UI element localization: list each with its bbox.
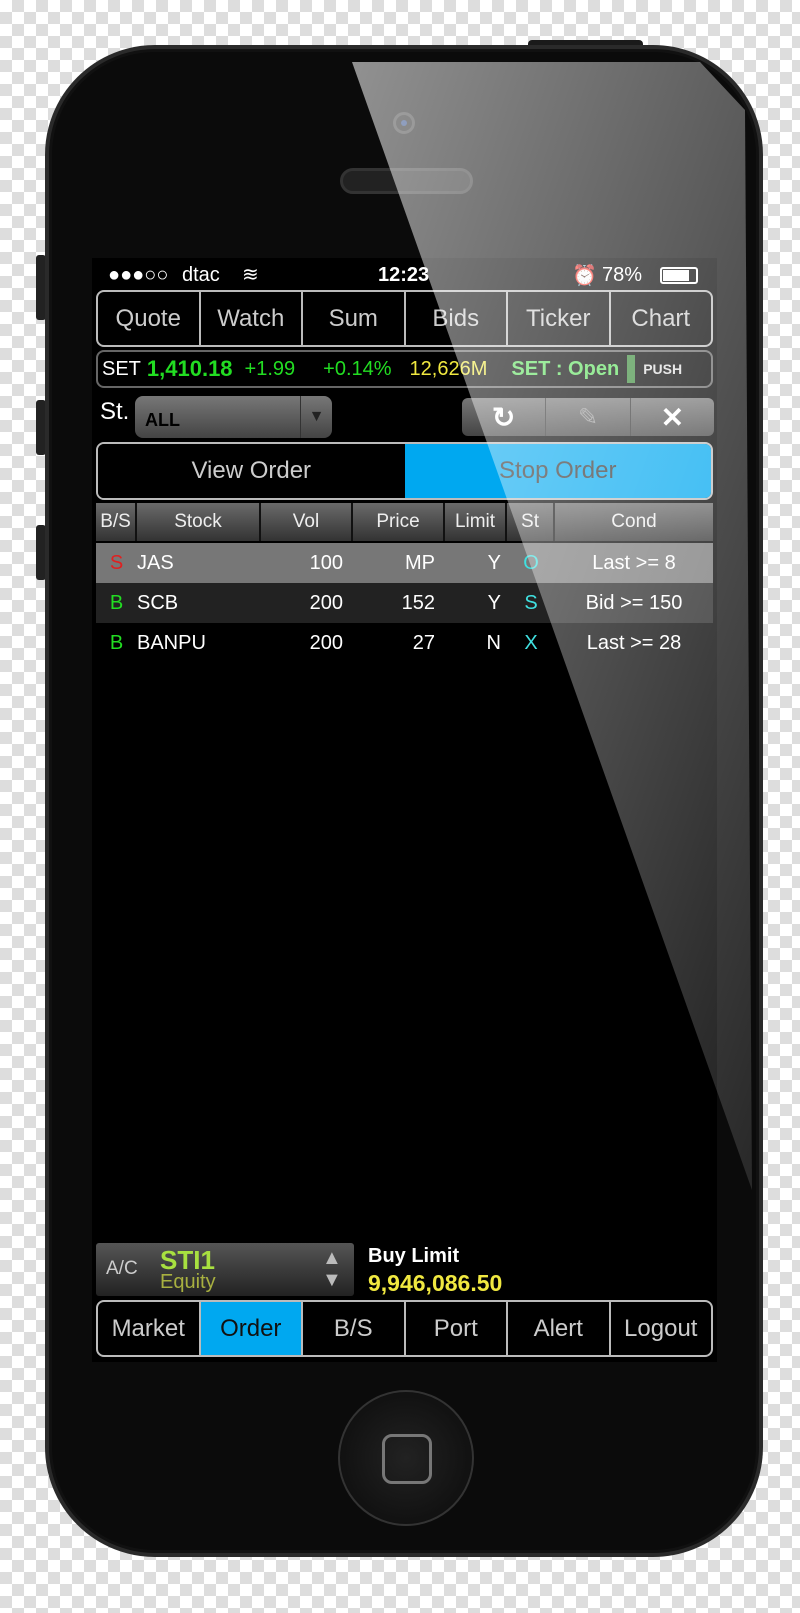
index-change: +1.99 <box>244 357 296 380</box>
buy-limit-label: Buy Limit <box>368 1245 460 1267</box>
market-volume: 12,626M <box>409 357 488 380</box>
nav-alert[interactable]: Alert <box>506 1302 609 1355</box>
order-toolbar: ↻ ✎ ✕ <box>462 398 714 436</box>
index-value: 1,410.18 <box>146 356 233 381</box>
status-filter-select[interactable]: ALL ▼ <box>135 396 332 438</box>
cond: Bid >= 150 <box>585 591 683 614</box>
index-name: SET <box>102 357 141 380</box>
buy-limit-value: 9,946,086.50 <box>368 1270 503 1296</box>
app-screen: ●●●○○ dtac ≋ 12:23 ⏰ 78% Quote Watch Sum… <box>92 258 717 1362</box>
side: B <box>109 631 124 654</box>
account-label: A/C <box>106 1258 138 1279</box>
vol: 200 <box>309 631 343 654</box>
filter-label: St. <box>100 398 130 425</box>
col-bs: B/S <box>96 503 137 541</box>
nav-order[interactable]: Order <box>198 1302 301 1355</box>
table-row[interactable]: B SCB 200 152 Y S Bid >= 150 <box>96 583 713 623</box>
nav-bs[interactable]: B/S <box>301 1302 404 1355</box>
cond: Last >= 28 <box>586 631 682 654</box>
front-camera <box>393 112 415 134</box>
price: 152 <box>401 591 435 614</box>
tab-chart[interactable]: Chart <box>608 292 712 345</box>
status-bar: ●●●○○ dtac ≋ 12:23 ⏰ 78% <box>92 264 717 288</box>
tab-bids[interactable]: Bids <box>403 292 507 345</box>
table-row[interactable]: S JAS 100 MP Y O Last >= 8 <box>96 543 713 583</box>
push-indicator <box>627 355 636 383</box>
col-stock: Stock <box>137 503 261 541</box>
top-tabs: Quote Watch Sum Bids Ticker Chart <box>96 290 713 347</box>
carrier: dtac <box>182 264 220 286</box>
stock: BANPU <box>137 631 206 654</box>
battery-percent: 78% <box>602 264 643 286</box>
stock: SCB <box>137 591 179 614</box>
col-vol: Vol <box>261 503 353 541</box>
table-header: B/S Stock Vol Price Limit St Cond <box>96 503 713 541</box>
bottom-nav: Market Order B/S Port Alert Logout <box>96 1300 713 1357</box>
order-type-toggle: View Order Stop Order <box>96 442 713 500</box>
market-ticker: SET 1,410.18 +1.99 +0.14% 12,626M SET : … <box>96 350 713 388</box>
price: MP <box>405 551 435 574</box>
col-st: St <box>507 503 555 541</box>
price: 27 <box>412 631 435 654</box>
nav-port[interactable]: Port <box>403 1302 507 1355</box>
account-type: Equity <box>160 1271 216 1293</box>
status: X <box>524 631 538 654</box>
limit: Y <box>487 551 501 574</box>
side: B <box>109 591 124 614</box>
home-button[interactable] <box>338 1390 474 1526</box>
home-square-icon <box>382 1434 432 1484</box>
nav-market[interactable]: Market <box>98 1302 199 1355</box>
stop-order-button[interactable]: Stop Order <box>404 444 711 498</box>
vol: 200 <box>309 591 343 614</box>
market-status: SET : Open <box>511 357 620 380</box>
close-icon[interactable]: ✕ <box>631 398 714 436</box>
up-down-arrows-icon: ▲ ▼ <box>322 1247 342 1291</box>
refresh-icon[interactable]: ↻ <box>462 398 547 436</box>
account-selector[interactable]: A/C STI1 Equity ▲ ▼ <box>96 1243 354 1296</box>
tab-watch[interactable]: Watch <box>198 292 302 345</box>
signal-icon: ●●●○○ <box>108 264 169 286</box>
limit: N <box>486 631 501 654</box>
status: S <box>524 591 538 614</box>
status: O <box>523 551 539 574</box>
dropdown-arrow-icon: ▼ <box>300 396 332 438</box>
pencil-icon[interactable]: ✎ <box>546 398 631 436</box>
tab-ticker[interactable]: Ticker <box>506 292 609 345</box>
col-limit: Limit <box>445 503 507 541</box>
clock: 12:23 <box>378 264 430 286</box>
view-order-button[interactable]: View Order <box>98 444 405 498</box>
table-row[interactable]: B BANPU 200 27 N X Last >= 28 <box>96 623 713 663</box>
cond: Last >= 8 <box>592 551 676 574</box>
index-change-pct: +0.14% <box>323 357 392 380</box>
earpiece-speaker <box>340 168 473 194</box>
col-price: Price <box>353 503 445 541</box>
vol: 100 <box>309 551 343 574</box>
push-button[interactable]: PUSH <box>643 361 682 377</box>
nav-logout[interactable]: Logout <box>608 1302 712 1355</box>
tab-quote[interactable]: Quote <box>98 292 199 345</box>
side: S <box>109 551 124 574</box>
stock: JAS <box>137 551 174 574</box>
col-cond: Cond <box>555 503 713 541</box>
wifi-icon: ≋ <box>242 264 259 286</box>
limit: Y <box>487 591 501 614</box>
alarm-icon: ⏰ <box>572 265 597 287</box>
tab-sum[interactable]: Sum <box>301 292 404 345</box>
filter-value: ALL <box>145 409 180 430</box>
battery-icon <box>660 267 698 284</box>
